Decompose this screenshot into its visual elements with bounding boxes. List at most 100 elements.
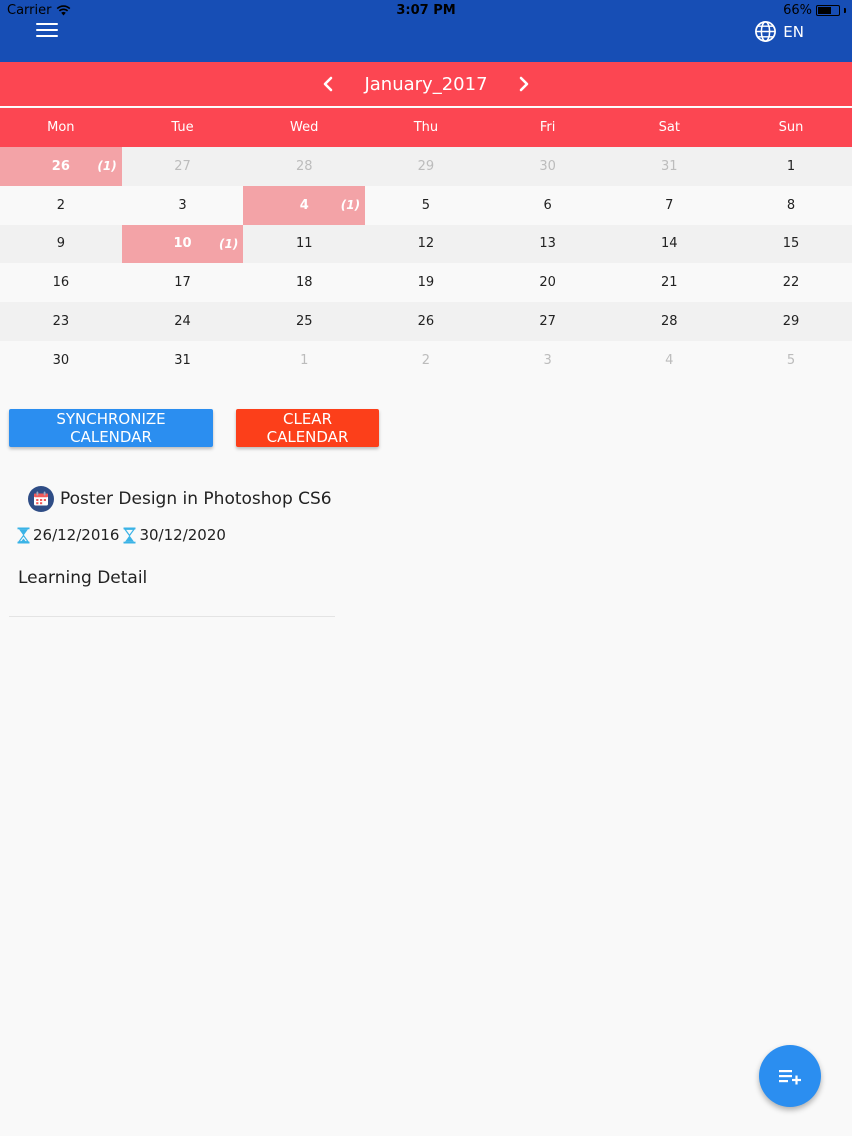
battery-tip (844, 8, 846, 13)
event-count-badge: (1) (219, 236, 239, 251)
day-number: 20 (539, 275, 556, 291)
calendar-day[interactable]: 22 (730, 263, 852, 302)
calendar-day[interactable]: 5 (730, 341, 852, 380)
day-number: 23 (52, 314, 70, 330)
day-number: 4 (299, 197, 309, 213)
calendar-day[interactable]: 24 (122, 302, 244, 341)
hourglass-end-icon (123, 527, 136, 543)
event-end-date: 30/12/2020 (139, 526, 226, 544)
day-number: 25 (295, 314, 313, 330)
day-number: 1 (786, 158, 796, 174)
calendar-day[interactable]: 15 (730, 225, 852, 264)
calendar-day[interactable]: 18 (243, 263, 365, 302)
calendar-day[interactable]: 4 (608, 341, 730, 380)
calendar-day-with-event[interactable]: 26 (1) (0, 147, 122, 186)
calendar-day[interactable]: 26 (365, 302, 487, 341)
weekday-label: Sat (658, 120, 680, 135)
day-number: 19 (417, 275, 435, 291)
calendar-day[interactable]: 5 (365, 186, 487, 225)
calendar-day[interactable]: 1 (730, 147, 852, 186)
status-battery: 66% (783, 3, 846, 18)
day-number: 30 (539, 158, 556, 174)
calendar-day[interactable]: 11 (243, 225, 365, 264)
day-number: 14 (661, 236, 678, 252)
calendar-day[interactable]: 28 (608, 302, 730, 341)
calendar-week-row: 23 24 25 26 27 28 29 (0, 302, 852, 341)
calendar-day[interactable]: 6 (487, 186, 609, 225)
calendar-day[interactable]: 27 (122, 147, 244, 186)
calendar-week-row: 30 31 1 2 3 4 5 (0, 340, 852, 380)
calendar-day[interactable]: 29 (365, 147, 487, 186)
calendar-day[interactable]: 12 (365, 225, 487, 264)
learning-detail-link[interactable]: Learning Detail (18, 568, 147, 588)
calendar-day[interactable]: 3 (487, 341, 609, 380)
app-root: Carrier 3:07 PM 66% EN January_2017 Mon … (0, 0, 852, 1136)
calendar-day[interactable]: 23 (0, 302, 122, 341)
day-number: 26 (51, 158, 70, 174)
calendar-day-with-event[interactable]: 10 (1) (121, 224, 244, 264)
day-number: 10 (173, 236, 192, 252)
calendar-day[interactable]: 25 (243, 302, 365, 341)
calendar-week-row: 2 3 4 (1) 5 6 7 8 (0, 185, 852, 225)
event-start-date: 26/12/2016 (33, 526, 120, 544)
day-number: 3 (543, 352, 552, 368)
calendar-day[interactable]: 21 (608, 263, 730, 302)
day-number: 8 (786, 197, 796, 213)
day-number: 30 (52, 352, 70, 368)
event-dates: 26/12/2016 30/12/2020 (17, 526, 226, 544)
hamburger-menu-icon[interactable] (34, 20, 60, 42)
calendar-day[interactable]: 27 (487, 302, 609, 341)
day-number: 17 (174, 275, 191, 291)
calendar-day[interactable]: 1 (243, 341, 365, 380)
month-title: January_2017 (364, 73, 488, 95)
event-count-badge: (1) (97, 159, 117, 173)
prev-month-button[interactable] (304, 62, 352, 107)
language-button[interactable]: EN (754, 20, 804, 43)
day-number: 2 (56, 197, 65, 213)
calendar-day[interactable]: 29 (730, 302, 852, 341)
battery-level (818, 7, 832, 14)
weekday-label: Wed (290, 120, 319, 135)
calendar-day[interactable]: 28 (243, 147, 365, 186)
battery-percent: 66% (783, 3, 812, 18)
calendar-day[interactable]: 31 (608, 147, 730, 186)
calendar-day[interactable]: 30 (487, 147, 609, 186)
day-number: 21 (661, 275, 678, 291)
calendar-day[interactable]: 13 (487, 225, 609, 264)
day-number: 31 (661, 158, 678, 174)
calendar-day[interactable]: 20 (487, 263, 609, 302)
day-number: 5 (786, 352, 796, 368)
calendar-day[interactable]: 17 (122, 263, 244, 302)
calendar-day[interactable]: 7 (608, 186, 730, 225)
calendar-day[interactable]: 2 (365, 341, 487, 380)
day-number: 28 (295, 158, 313, 174)
calendar-day[interactable]: 31 (122, 341, 244, 380)
add-event-fab[interactable] (759, 1045, 821, 1107)
day-number: 2 (421, 352, 431, 368)
calendar-week-row: 16 17 18 19 20 21 22 (0, 263, 852, 303)
calendar-day[interactable]: 19 (365, 263, 487, 302)
day-number: 28 (661, 314, 678, 330)
day-number: 24 (174, 314, 191, 330)
app-bar: Carrier 3:07 PM 66% EN (0, 0, 852, 62)
calendar-day[interactable]: 8 (730, 186, 852, 225)
next-month-button[interactable] (500, 62, 548, 107)
day-number: 6 (543, 197, 552, 213)
day-number: 29 (782, 314, 800, 330)
globe-icon (755, 21, 777, 42)
calendar-day[interactable]: 9 (0, 225, 122, 264)
calendar-day[interactable]: 14 (608, 225, 730, 264)
synchronize-calendar-button[interactable]: SYNCHRONIZE CALENDAR (9, 409, 213, 447)
clear-calendar-button[interactable]: CLEAR CALENDAR (236, 409, 379, 447)
calendar-day[interactable]: 2 (0, 186, 122, 225)
event-card: Poster Design in Photoshop CS6 26/12/201… (9, 482, 335, 617)
playlist-add-icon (779, 1070, 801, 1085)
day-number: 1 (300, 352, 309, 368)
status-bar: Carrier 3:07 PM 66% (0, 0, 852, 22)
event-title-row[interactable]: Poster Design in Photoshop CS6 (28, 486, 332, 512)
day-number: 26 (417, 314, 435, 330)
calendar-day[interactable]: 30 (0, 341, 122, 380)
calendar-day-with-event[interactable]: 4 (1) (243, 185, 366, 225)
calendar-day[interactable]: 3 (122, 186, 244, 225)
calendar-day[interactable]: 16 (0, 263, 122, 302)
